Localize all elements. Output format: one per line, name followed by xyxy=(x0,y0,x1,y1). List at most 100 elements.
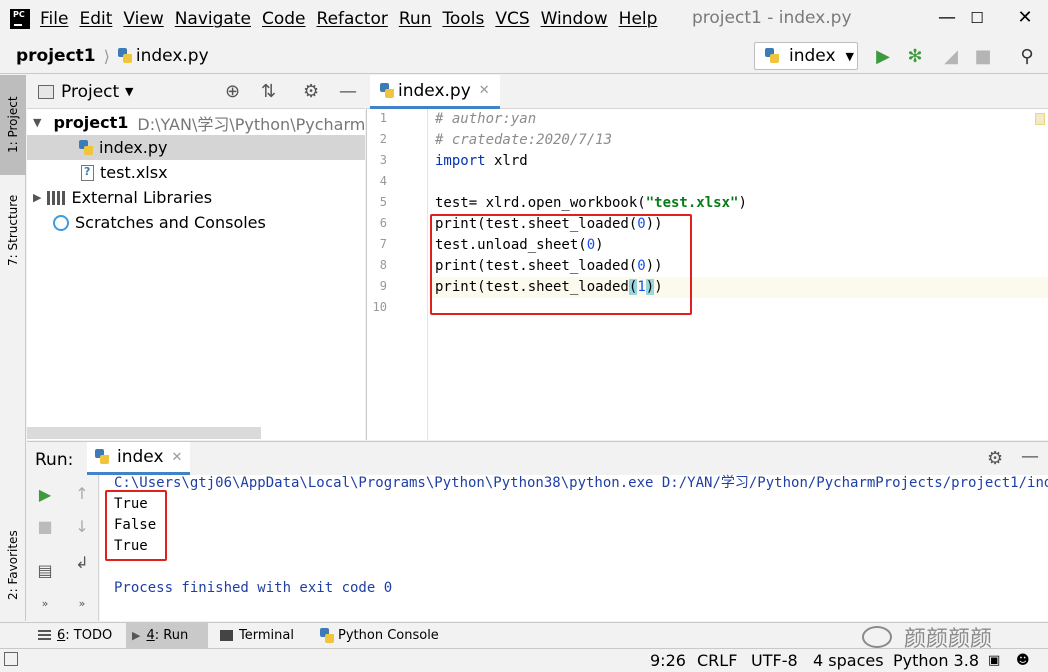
maximize-icon[interactable]: ☐ xyxy=(962,4,992,32)
project-view-icon xyxy=(38,85,54,99)
wechat-logo-icon xyxy=(862,626,892,648)
run-tab-label: index xyxy=(117,447,164,467)
run-tab-index[interactable]: index ✕ xyxy=(87,442,191,475)
close-tab-icon[interactable]: ✕ xyxy=(172,450,183,465)
code-editor[interactable]: 1 2 3 4 5 6 7 8 9 10 # author:yan # crat… xyxy=(366,109,1048,440)
line-number: 4 xyxy=(379,174,387,188)
tool-tab-python-console-label: Python Console xyxy=(338,628,439,643)
menu-view[interactable]: View xyxy=(123,9,163,29)
tool-tab-terminal[interactable]: Terminal xyxy=(214,623,300,648)
todo-list-icon xyxy=(38,630,51,641)
run-icon[interactable]: ▶ xyxy=(872,46,894,68)
tree-item-test-xlsx[interactable]: test.xlsx xyxy=(27,160,365,185)
console-command-line: C:\Users\gtj06\AppData\Local\Programs\Py… xyxy=(114,475,1048,491)
lock-icon[interactable]: ▣ xyxy=(988,653,1000,668)
collapsed-arrow-icon[interactable]: ▶ xyxy=(33,191,41,204)
rerun-icon[interactable]: ▶ xyxy=(34,485,56,504)
python-interpreter[interactable]: Python 3.8 xyxy=(893,651,979,670)
menu-tools[interactable]: Tools xyxy=(442,9,484,29)
run-console[interactable]: C:\Users\gtj06\AppData\Local\Programs\Py… xyxy=(100,475,1048,621)
stop-icon[interactable]: ■ xyxy=(972,46,994,68)
editor-tab-label: index.py xyxy=(398,80,471,101)
hide-panel-icon[interactable]: — xyxy=(339,81,357,102)
editor-tab-index-py[interactable]: index.py ✕ xyxy=(370,75,500,109)
tool-tab-structure[interactable]: 7: Structure xyxy=(0,180,26,280)
code-text: xlrd xyxy=(485,153,528,169)
tree-item-project-root[interactable]: ▼ project1 D:\YAN\学习\Python\PycharmProje… xyxy=(27,110,365,135)
menu-edit[interactable]: Edit xyxy=(79,9,112,29)
tool-tab-favorites[interactable]: 2: Favorites xyxy=(0,510,26,620)
soft-wrap-icon[interactable]: ↲ xyxy=(71,553,93,572)
more-icon[interactable]: » xyxy=(34,597,56,610)
cursor-position[interactable]: 9:26 xyxy=(650,651,686,670)
run-panel-header: Run: index ✕ ⚙ — xyxy=(27,441,1048,475)
run-configuration-select[interactable]: index ▼ xyxy=(754,42,858,70)
tree-item-label: External Libraries xyxy=(71,188,213,207)
tool-tab-run-number: 4 xyxy=(146,628,155,643)
tree-item-label: test.xlsx xyxy=(100,163,168,182)
tool-tab-structure-label: 7: Structure xyxy=(6,194,20,266)
menu-help[interactable]: Help xyxy=(619,9,658,29)
tree-item-scratches[interactable]: Scratches and Consoles xyxy=(27,210,365,235)
run-configuration-label: index xyxy=(789,46,836,66)
project-panel-title[interactable]: Project xyxy=(61,82,119,102)
menu-vcs[interactable]: VCS xyxy=(495,9,529,29)
locate-target-icon[interactable]: ⊕ xyxy=(225,81,240,102)
tool-tab-project[interactable]: 1: Project xyxy=(0,75,26,175)
tool-tab-python-console[interactable]: Python Console xyxy=(314,623,445,648)
minimize-icon[interactable]: — xyxy=(932,4,962,32)
run-with-coverage-icon[interactable]: ◢ xyxy=(940,46,962,68)
breadcrumb: project1 ⟩ index.py xyxy=(16,46,209,66)
line-number: 10 xyxy=(372,300,387,314)
run-panel-label: Run: xyxy=(35,450,74,470)
code-text: ) xyxy=(738,195,747,211)
stop-icon[interactable]: ■ xyxy=(34,517,56,536)
close-window-icon[interactable]: ✕ xyxy=(1010,4,1040,32)
chevron-right-icon: ⟩ xyxy=(103,46,110,66)
down-arrow-icon[interactable]: ↓ xyxy=(71,517,93,536)
line-separator[interactable]: CRLF xyxy=(697,651,737,670)
code-comment: # cratedate:2020/7/13 xyxy=(435,132,613,148)
gear-icon[interactable]: ⚙ xyxy=(303,81,319,102)
menu-file[interactable]: File xyxy=(40,9,68,29)
unknown-file-icon xyxy=(81,164,94,181)
menu-navigate[interactable]: Navigate xyxy=(175,9,251,29)
layout-icon[interactable]: ▤ xyxy=(34,561,56,580)
debug-bug-icon[interactable]: ✻ xyxy=(904,46,926,68)
inspector-icon[interactable]: ☻ xyxy=(1016,653,1030,668)
project-panel: Project ▼ ⊕ ⇅ ⚙ — ▼ project1 D:\YAN\学习\P… xyxy=(27,75,365,440)
tree-item-external-libraries[interactable]: ▶ External Libraries xyxy=(27,185,365,210)
tool-tab-todo[interactable]: 6: TODO xyxy=(32,623,118,648)
code-text: test= xlrd.open_workbook( xyxy=(435,195,646,211)
more-icon[interactable]: » xyxy=(71,597,93,610)
horizontal-scrollbar[interactable] xyxy=(27,427,261,439)
menu-run[interactable]: Run xyxy=(399,9,432,29)
file-encoding[interactable]: UTF-8 xyxy=(751,651,798,670)
tool-tab-project-label: 1: Project xyxy=(6,96,20,154)
warning-marker-icon[interactable] xyxy=(1035,113,1045,125)
collapse-all-icon[interactable]: ⇅ xyxy=(261,81,276,102)
menu-window[interactable]: Window xyxy=(541,9,608,29)
line-number: 6 xyxy=(379,216,387,230)
line-number: 2 xyxy=(379,132,387,146)
breadcrumb-file[interactable]: index.py xyxy=(136,46,209,66)
up-arrow-icon[interactable]: ↑ xyxy=(71,484,93,503)
menu-refactor[interactable]: Refactor xyxy=(317,9,388,29)
left-tool-strip: 1: Project 7: Structure 2: Favorites xyxy=(0,75,26,621)
tree-item-index-py[interactable]: index.py xyxy=(27,135,365,160)
toggle-tool-windows-icon[interactable] xyxy=(4,652,18,666)
search-icon[interactable]: ⚲ xyxy=(1016,46,1038,68)
code-annotation-box xyxy=(430,214,692,315)
line-number: 9 xyxy=(379,279,387,293)
expanded-arrow-icon[interactable]: ▼ xyxy=(33,116,41,129)
menu-code[interactable]: Code xyxy=(262,9,306,29)
hide-panel-icon[interactable]: — xyxy=(1021,446,1039,467)
breadcrumb-project[interactable]: project1 xyxy=(16,46,96,66)
tool-tab-todo-number: 6 xyxy=(57,628,66,643)
tool-tab-favorites-label: 2: Favorites xyxy=(6,530,20,600)
chevron-down-icon[interactable]: ▼ xyxy=(125,85,133,98)
gear-icon[interactable]: ⚙ xyxy=(987,448,1003,469)
indent-setting[interactable]: 4 spaces xyxy=(813,651,884,670)
tool-tab-run[interactable]: ▶ 4: Run xyxy=(126,623,208,648)
close-tab-icon[interactable]: ✕ xyxy=(479,83,490,98)
